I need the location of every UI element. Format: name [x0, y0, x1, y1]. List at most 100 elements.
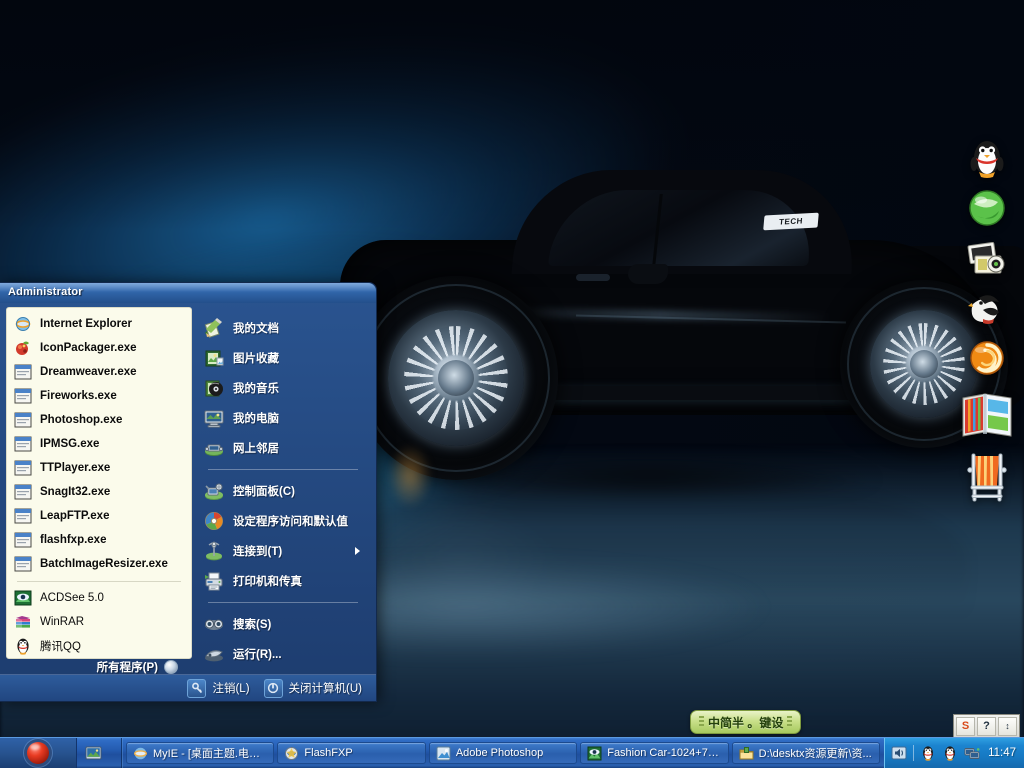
photo-stack-icon[interactable] — [959, 236, 1015, 280]
start-item-set-program-access[interactable]: 设定程序访问和默认值 — [194, 506, 370, 536]
start-menu-right-separator-1 — [208, 469, 358, 470]
taskbar-item-photoshop[interactable]: Adobe Photoshop — [428, 742, 578, 764]
start-item-control-panel[interactable]: 控制面板(C) — [194, 476, 370, 506]
start-item-label: 网上邻居 — [233, 443, 279, 455]
start-item-iconpackager[interactable]: IconPackager.exe — [7, 336, 191, 360]
car-side-mirror — [628, 264, 668, 284]
taskbar-item-flashfxp[interactable]: FlashFXP — [277, 742, 426, 764]
acdsee-icon — [13, 588, 33, 608]
photoshop-icon — [436, 746, 451, 761]
start-item-run[interactable]: 运行(R)... — [194, 639, 370, 669]
iconpackager-icon — [13, 338, 33, 358]
start-item-label: 图片收藏 — [233, 353, 279, 365]
start-item-internet-explorer[interactable]: Internet Explorer — [7, 312, 191, 336]
connect-to-icon — [202, 539, 226, 563]
flashfxp-icon — [284, 746, 299, 761]
start-menu-left-separator — [17, 581, 181, 582]
winrar-icon — [13, 612, 33, 632]
start-item-dreamweaver[interactable]: Dreamweaver.exe — [7, 360, 191, 384]
start-item-label: 我的音乐 — [233, 383, 279, 395]
taskbar-item-myie[interactable]: MyIE - [桌面主题.电脑... — [126, 742, 275, 764]
taskbar-item-label: Adobe Photoshop — [455, 747, 544, 759]
quick-launch-bar — [77, 738, 122, 768]
help-icon[interactable]: ? — [977, 716, 996, 736]
volume-icon[interactable] — [891, 745, 907, 761]
book-icon[interactable] — [959, 386, 1015, 442]
deck-chair-icon[interactable] — [959, 448, 1015, 504]
start-button[interactable] — [0, 738, 77, 768]
desktop-screen: TECH Administrator Internet Explorer Ico… — [0, 0, 1024, 768]
taskbar-clock[interactable]: 11:47 — [988, 747, 1016, 759]
car-door-handle — [576, 274, 610, 281]
acdsee-icon — [587, 746, 602, 761]
start-menu[interactable]: Administrator Internet Explorer IconPack… — [0, 282, 377, 702]
start-item-snagit32[interactable]: SnagIt32.exe — [7, 480, 191, 504]
start-item-printers-and-faxes[interactable]: 打印机和传真 — [194, 566, 370, 596]
spinner-icon[interactable]: ↕ — [998, 716, 1017, 736]
car-windshield-sticker: TECH — [763, 212, 819, 231]
start-item-ttplayer[interactable]: TTPlayer.exe — [7, 456, 191, 480]
start-item-tencent-qq[interactable]: 腾讯QQ — [7, 634, 191, 658]
start-menu-left-column: Internet Explorer IconPackager.exe Dream… — [6, 307, 192, 659]
sports-car-graphic: TECH — [340, 168, 1024, 508]
start-item-label: SnagIt32.exe — [40, 486, 111, 498]
generic-window-icon — [13, 362, 33, 382]
rear-wheel-hub — [438, 360, 474, 396]
start-item-label: BatchImageResizer.exe — [40, 558, 168, 570]
start-item-photoshop[interactable]: Photoshop.exe — [7, 408, 191, 432]
start-item-my-documents[interactable]: 我的文档 — [194, 313, 370, 343]
start-item-label: Internet Explorer — [40, 318, 133, 330]
start-item-acdsee[interactable]: ACDSee 5.0 — [7, 586, 191, 610]
start-item-leapftp[interactable]: LeapFTP.exe — [7, 504, 191, 528]
start-orb-highlight — [30, 744, 40, 750]
show-desktop-icon[interactable] — [85, 745, 102, 762]
start-item-label: WinRAR — [40, 616, 85, 628]
start-item-fireworks[interactable]: Fireworks.exe — [7, 384, 191, 408]
generic-window-icon — [13, 482, 33, 502]
my-pictures-icon — [202, 346, 226, 370]
car-rear-wheel — [354, 276, 558, 508]
set-program-access-icon — [202, 509, 226, 533]
ime-drag-handle-right[interactable] — [787, 716, 793, 728]
qq-penguin-icon-2[interactable] — [942, 745, 958, 761]
taskbar-item-label: MyIE - [桌面主题.电脑... — [153, 748, 268, 760]
run-icon — [202, 642, 226, 666]
myie-icon — [133, 746, 148, 761]
start-item-my-music[interactable]: 我的音乐 — [194, 373, 370, 403]
network-icon[interactable] — [964, 745, 980, 761]
taskbar-item-fashion-car[interactable]: Fashion Car-1024+76... — [580, 742, 729, 764]
generic-window-icon — [13, 410, 33, 430]
start-item-search[interactable]: 搜索(S) — [194, 609, 370, 639]
log-off-button[interactable]: 注销(L) — [187, 678, 250, 698]
start-menu-header: Administrator — [0, 283, 376, 303]
start-menu-right-column: 我的文档 图片收藏 我的音乐 我的电脑 网上邻居 控制面板(C) 设定程序访问和… — [194, 307, 370, 662]
taskbar-item-explorer-folder[interactable]: D:\desktx资源更新\资... — [731, 742, 881, 764]
bird-icon[interactable] — [959, 286, 1015, 330]
green-orb-icon[interactable] — [959, 186, 1015, 230]
start-menu-user-name: Administrator — [8, 286, 83, 298]
shut-down-button[interactable]: 关闭计算机(U) — [263, 678, 362, 698]
ime-drag-handle[interactable] — [699, 716, 704, 728]
start-item-network-places[interactable]: 网上邻居 — [194, 433, 370, 463]
all-programs-label: 所有程序(P) — [96, 662, 158, 674]
brake-caliper-glow — [388, 444, 432, 508]
start-item-winrar[interactable]: WinRAR — [7, 610, 191, 634]
start-item-flashfxp[interactable]: flashfxp.exe — [7, 528, 191, 552]
qq-penguin-icon[interactable] — [920, 745, 936, 761]
start-item-my-pictures[interactable]: 图片收藏 — [194, 343, 370, 373]
orange-spiral-icon[interactable] — [959, 336, 1015, 380]
start-item-batchimageresizer[interactable]: BatchImageResizer.exe — [7, 552, 191, 576]
start-item-ipmsg[interactable]: IPMSG.exe — [7, 432, 191, 456]
ime-language-bar[interactable]: 中简半 。键设 — [690, 710, 802, 734]
start-item-label: TTPlayer.exe — [40, 462, 111, 474]
start-item-label: Fireworks.exe — [40, 390, 117, 402]
search-icon — [202, 612, 226, 636]
ime-status-text: 中简半 。键设 — [708, 715, 784, 730]
start-item-my-computer[interactable]: 我的电脑 — [194, 403, 370, 433]
start-item-label: Photoshop.exe — [40, 414, 123, 426]
start-item-connect-to[interactable]: 连接到(T) — [194, 536, 370, 566]
qq-penguin-icon — [13, 636, 33, 656]
sogou-icon[interactable]: S — [956, 716, 975, 736]
wheel-reflection — [360, 500, 560, 620]
qq-penguin-icon[interactable] — [959, 136, 1015, 180]
